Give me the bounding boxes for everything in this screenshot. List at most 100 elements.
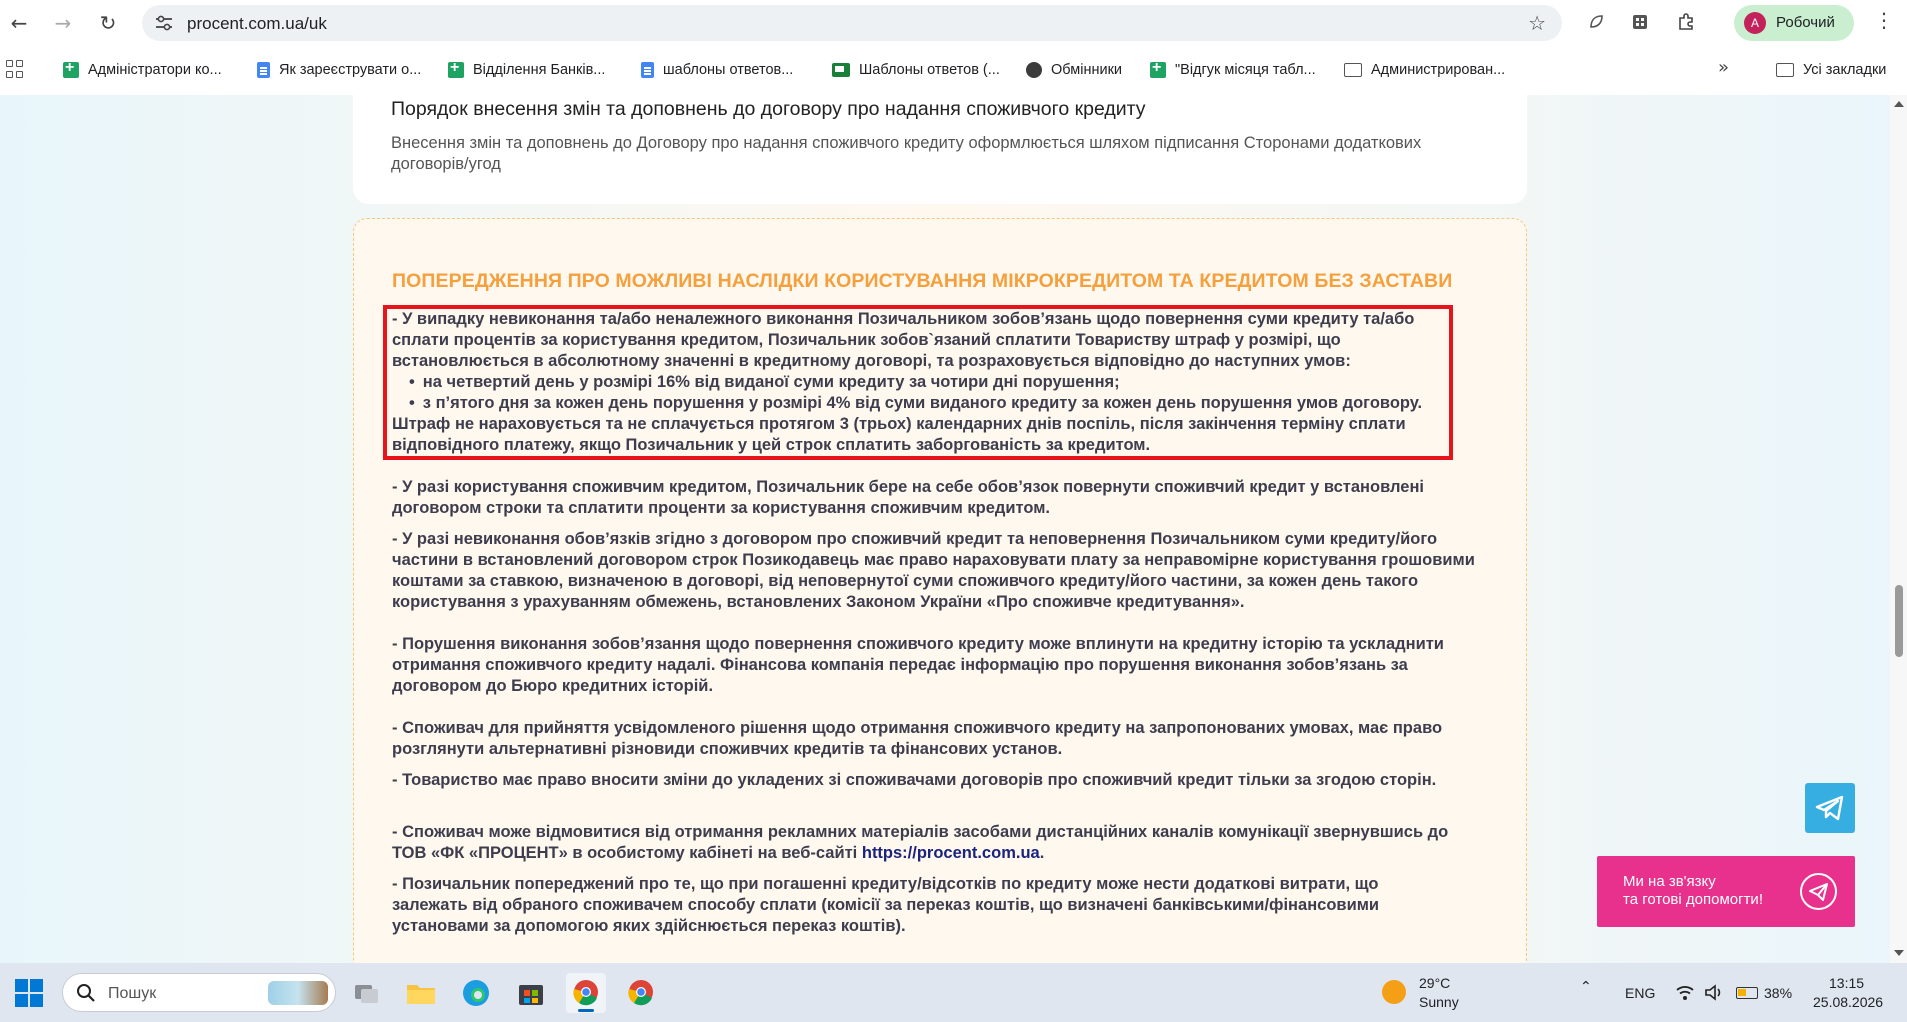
back-arrow-icon[interactable]: ← bbox=[4, 8, 34, 38]
extension-grid-icon[interactable] bbox=[1628, 10, 1652, 34]
microsoft-store-icon[interactable] bbox=[511, 973, 551, 1013]
scroll-up-arrow-icon[interactable] bbox=[1894, 101, 1904, 107]
bookmark-item[interactable]: шаблоны ответов... bbox=[641, 58, 793, 82]
penalty-tail: Штраф не нараховується та не сплачується… bbox=[392, 414, 1482, 456]
text-line: частини в встановлений договором строк П… bbox=[392, 551, 1475, 569]
bookmark-item[interactable]: Адміністратори ко... bbox=[63, 58, 222, 82]
folder-icon bbox=[1776, 63, 1794, 77]
forward-arrow-icon[interactable]: → bbox=[48, 8, 78, 38]
text-line: договором строки та сплатити проценти за… bbox=[392, 499, 1051, 517]
text-line: відповідного платежу, якщо Позичальник у… bbox=[392, 436, 1151, 454]
bookmark-label: Администрирован... bbox=[1371, 62, 1506, 78]
task-view-icon[interactable] bbox=[346, 973, 386, 1013]
windows-start-icon[interactable] bbox=[15, 979, 43, 1007]
telegram-icon bbox=[1815, 795, 1844, 821]
help-banner-text: Ми на зв'язку та готові допомогти! bbox=[1623, 873, 1763, 908]
weather-condition[interactable]: Sunny bbox=[1419, 994, 1459, 1010]
bookmark-item[interactable]: Як зареєструвати о... bbox=[257, 58, 421, 82]
search-icon bbox=[77, 984, 95, 1002]
advertising-optout-paragraph: - Споживач може відмовитися від отриманн… bbox=[392, 822, 1482, 864]
text-line: договором до Бюро кредитних історій. bbox=[392, 677, 714, 695]
active-indicator bbox=[578, 1009, 594, 1012]
battery-icon[interactable] bbox=[1736, 987, 1758, 999]
clock-date[interactable]: 25.08.2026 bbox=[1813, 994, 1883, 1010]
docs-icon bbox=[257, 62, 270, 78]
bookmark-item[interactable]: Администрирован... bbox=[1344, 58, 1505, 82]
clock-time[interactable]: 13:15 bbox=[1829, 975, 1864, 991]
text-line: - У разі невиконання обов’язків згідно з… bbox=[392, 530, 1438, 548]
penalty-bullet-2: з п’ятого дня за кожен день порушення у … bbox=[409, 393, 1422, 414]
bookmark-label: Як зареєструвати о... bbox=[279, 62, 422, 78]
text-line: ТОВ «ФК «ПРОЦЕНТ» в особистому кабінеті … bbox=[392, 843, 1482, 864]
penalty-bullet-1: на четвертий день у розмірі 16% від вида… bbox=[409, 372, 1120, 393]
text-line: Штраф не нараховується та не сплачується… bbox=[392, 415, 1406, 433]
volume-icon[interactable] bbox=[1704, 984, 1724, 1001]
sheets-icon bbox=[63, 59, 79, 78]
late-fee-paragraph: - У разі невиконання обов’язків згідно з… bbox=[392, 529, 1482, 613]
bookmark-item[interactable]: "Відгук місяця табл... bbox=[1150, 58, 1316, 82]
text-line: установами за допомогою яких здійснюєтьс… bbox=[392, 917, 906, 935]
edge-browser-icon[interactable] bbox=[456, 973, 496, 1013]
procent-site-link[interactable]: https://procent.com.ua bbox=[862, 844, 1040, 862]
address-bar[interactable]: procent.com.ua/uk ☆ bbox=[142, 5, 1562, 41]
telegram-button[interactable] bbox=[1805, 783, 1855, 833]
more-bookmarks-icon[interactable]: » bbox=[1718, 57, 1729, 78]
text-line: користування з урахуванням обмежень, вст… bbox=[392, 593, 1245, 611]
bookmark-item[interactable]: Відділення Банків... bbox=[448, 58, 605, 82]
bookmark-item[interactable]: Обмінники bbox=[1026, 58, 1122, 82]
credit-history-paragraph: - Порушення виконання зобов’язання щодо … bbox=[392, 634, 1482, 697]
browser-toolbar: ← → ↻ procent.com.ua/uk ☆ А Робочий ⋮ bbox=[0, 0, 1907, 46]
bookmarks-bar: Адміністратори ко... Як зареєструвати о.… bbox=[0, 52, 1907, 88]
page-viewport: Порядок внесення змін та доповнень до до… bbox=[0, 95, 1890, 963]
sheets-icon bbox=[448, 59, 464, 78]
text-line: сплати процентів за користування кредито… bbox=[392, 331, 1341, 349]
amendments-consent-paragraph: - Товариство має право вносити зміни до … bbox=[392, 770, 1482, 791]
help-chat-banner[interactable]: Ми на зв'язку та готові допомогти! bbox=[1597, 856, 1855, 927]
file-explorer-icon[interactable] bbox=[401, 973, 441, 1013]
reload-icon[interactable]: ↻ bbox=[93, 8, 123, 38]
text-line: - Позичальник попереджений про те, що пр… bbox=[392, 875, 1379, 893]
battery-percent[interactable]: 38% bbox=[1764, 985, 1792, 1001]
extension-leaf-icon[interactable] bbox=[1584, 10, 1608, 34]
scroll-down-arrow-icon[interactable] bbox=[1894, 950, 1904, 956]
site-settings-icon[interactable] bbox=[154, 13, 174, 33]
bookmark-star-icon[interactable]: ☆ bbox=[1528, 11, 1546, 35]
warning-card: ПОПЕРЕДЖЕННЯ ПРО МОЖЛИВІ НАСЛІДКИ КОРИСТ… bbox=[353, 218, 1527, 963]
globe-icon bbox=[1026, 62, 1042, 78]
scrollbar-thumb[interactable] bbox=[1895, 585, 1903, 657]
browser-menu-icon[interactable]: ⋮ bbox=[1872, 8, 1896, 38]
text-line: залежать від обраного споживачем способу… bbox=[392, 896, 1380, 914]
taskbar-search[interactable]: Пошук bbox=[62, 973, 336, 1012]
amendments-card: Порядок внесення змін та доповнень до до… bbox=[353, 95, 1527, 204]
text-line: - Порушення виконання зобов’язання щодо … bbox=[392, 635, 1444, 653]
apps-grid-icon[interactable] bbox=[6, 60, 24, 78]
text-line: отримання споживчого кредиту надалі. Фін… bbox=[392, 656, 1408, 674]
bookmark-item[interactable]: Шаблоны ответов (... bbox=[832, 58, 1000, 82]
chrome-icon[interactable] bbox=[621, 973, 661, 1013]
all-bookmarks[interactable]: Усі закладки bbox=[1776, 58, 1886, 82]
wifi-icon[interactable] bbox=[1675, 984, 1695, 1001]
text-line: встановлюється в абсолютному значенні в … bbox=[392, 352, 1351, 370]
bookmark-label: шаблоны ответов... bbox=[663, 62, 794, 78]
text-line: розглянути альтернативні різновиди спожи… bbox=[392, 740, 1063, 758]
profile-button[interactable]: А Робочий bbox=[1734, 5, 1854, 41]
chevron-up-icon[interactable]: ⌃ bbox=[1580, 979, 1592, 995]
profile-name: Робочий bbox=[1776, 14, 1835, 31]
extensions-puzzle-icon[interactable] bbox=[1674, 10, 1698, 34]
warning-title: ПОПЕРЕДЖЕННЯ ПРО МОЖЛИВІ НАСЛІДКИ КОРИСТ… bbox=[392, 270, 1453, 292]
sheets-icon bbox=[1150, 59, 1166, 78]
bookmark-label: Шаблоны ответов (... bbox=[859, 62, 1000, 78]
page-scrollbar[interactable] bbox=[1890, 95, 1907, 963]
url-text[interactable]: procent.com.ua/uk bbox=[187, 14, 327, 34]
amendments-body: Внесення змін та доповнень до Договору п… bbox=[391, 134, 1422, 173]
weather-temperature[interactable]: 29°C bbox=[1419, 975, 1450, 991]
browser-chrome: ← → ↻ procent.com.ua/uk ☆ А Робочий ⋮ + … bbox=[0, 0, 1907, 95]
folder-icon bbox=[1344, 63, 1362, 77]
language-indicator[interactable]: ENG bbox=[1625, 985, 1655, 1001]
weather-sun-icon[interactable] bbox=[1382, 980, 1406, 1004]
amendments-title: Порядок внесення змін та доповнень до до… bbox=[391, 98, 1146, 120]
chrome-active-icon[interactable] bbox=[566, 973, 606, 1013]
text-fragment: . bbox=[1039, 844, 1045, 862]
avatar: А bbox=[1744, 12, 1766, 34]
text-line: - У разі користування споживчим кредитом… bbox=[392, 478, 1424, 496]
